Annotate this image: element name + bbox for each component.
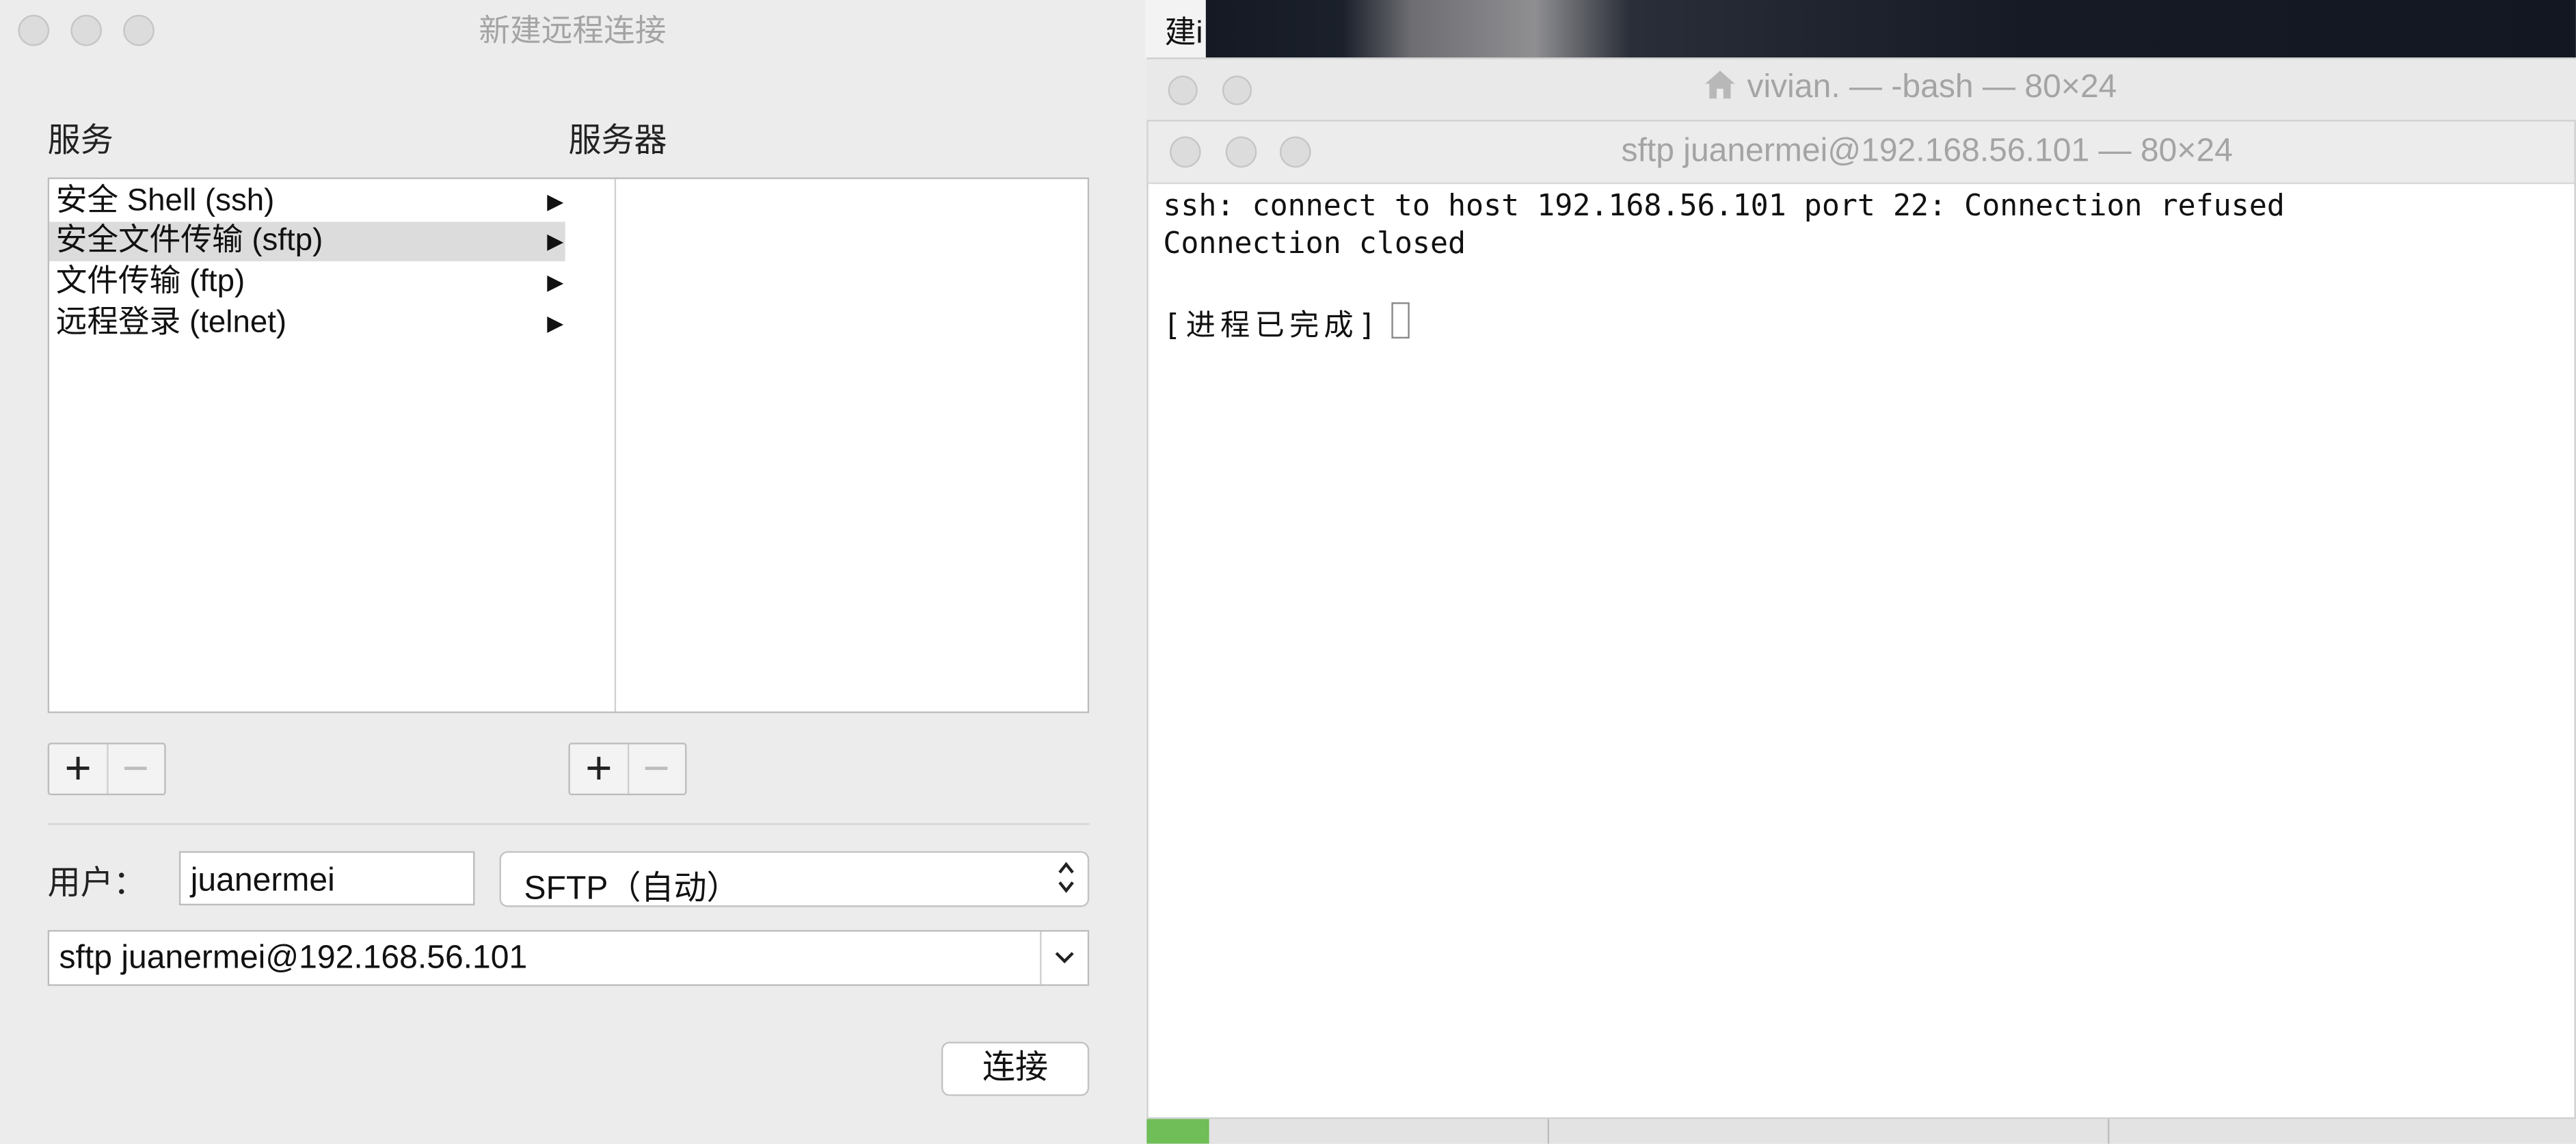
user-label: 用户： xyxy=(47,866,146,903)
terminal-line: ssh: connect to host 192.168.56.101 port… xyxy=(1163,189,2285,224)
add-server-button[interactable]: + xyxy=(570,745,630,794)
terminal-cursor xyxy=(1391,302,1410,339)
terminal-line: [进程已完成] xyxy=(1163,308,1382,344)
service-label: 安全 Shell (ssh) xyxy=(55,184,275,219)
bash-terminal-window: vivian. — -bash — 80×24 xyxy=(1146,57,2576,124)
service-item-sftp[interactable]: 安全文件传输 (sftp) ▶ xyxy=(49,222,565,262)
protocol-value: SFTP（自动） xyxy=(524,870,740,907)
command-value: sftp juanermei@192.168.56.101 xyxy=(59,940,528,976)
services-header: 服务 xyxy=(47,123,113,160)
sftp-terminal-window: sftp juanermei@192.168.56.101 — 80×24 ss… xyxy=(1146,120,2576,1119)
service-label: 安全文件传输 (sftp) xyxy=(55,223,323,258)
remove-server-button[interactable]: − xyxy=(628,745,685,794)
chevron-down-icon xyxy=(1055,952,1074,963)
triangle-right-icon: ▶ xyxy=(547,189,564,214)
up-down-chevron-icon xyxy=(1058,862,1074,893)
terminal-title-bar: sftp juanermei@192.168.56.101 — 80×24 xyxy=(1148,121,2575,185)
background-window-strip xyxy=(1146,1119,2576,1144)
dialog-title: 新建远程连接 xyxy=(479,14,667,50)
triangle-right-icon: ▶ xyxy=(547,310,564,336)
service-label: 文件传输 (ftp) xyxy=(55,264,245,300)
terminal-title: sftp juanermei@192.168.56.101 — 80×24 xyxy=(1621,133,2233,170)
service-add-remove-control: + − xyxy=(47,743,166,796)
bash-title-text: vivian. — -bash — 80×24 xyxy=(1747,68,2117,105)
remove-service-button[interactable]: − xyxy=(107,745,164,794)
protocol-select[interactable]: SFTP（自动） xyxy=(499,851,1090,907)
service-item-telnet[interactable]: 远程登录 (telnet) ▶ xyxy=(49,304,565,344)
separator xyxy=(47,823,1090,825)
connect-button[interactable]: 连接 xyxy=(941,1041,1090,1096)
divider xyxy=(1547,1119,1550,1144)
service-item-ftp[interactable]: 文件传输 (ftp) ▶ xyxy=(49,263,565,302)
add-service-button[interactable]: + xyxy=(49,745,109,794)
home-icon xyxy=(1706,70,1736,99)
triangle-right-icon: ▶ xyxy=(547,228,564,254)
service-server-browser: 安全 Shell (ssh) ▶ 安全文件传输 (sftp) ▶ 文件传输 (f… xyxy=(47,177,1090,713)
background-video-thumbnail xyxy=(1205,0,2576,58)
user-input[interactable]: juanermei xyxy=(178,851,475,906)
command-combobox[interactable]: sftp juanermei@192.168.56.101 xyxy=(47,930,1090,986)
background-green-edge xyxy=(1146,1119,1209,1144)
server-list[interactable] xyxy=(568,179,1087,712)
service-item-ssh[interactable]: 安全 Shell (ssh) ▶ xyxy=(49,183,565,222)
background-window-title: 建i xyxy=(1144,0,1208,58)
command-history-button[interactable] xyxy=(1040,931,1088,985)
service-label: 远程登录 (telnet) xyxy=(55,305,287,341)
terminal-line: Connection closed xyxy=(1163,226,1466,262)
triangle-right-icon: ▶ xyxy=(547,269,564,295)
bash-window-title: vivian. — -bash — 80×24 xyxy=(1146,69,2576,107)
divider xyxy=(2108,1119,2110,1144)
desktop: 新建远程连接 服务 服务器 安全 Shell (ssh) ▶ 安全文件传输 (s… xyxy=(0,0,2576,1144)
servers-header: 服务器 xyxy=(568,123,667,160)
server-add-remove-control: + − xyxy=(568,743,687,796)
new-remote-connection-dialog: 新建远程连接 服务 服务器 安全 Shell (ssh) ▶ 安全文件传输 (s… xyxy=(0,0,1145,1144)
